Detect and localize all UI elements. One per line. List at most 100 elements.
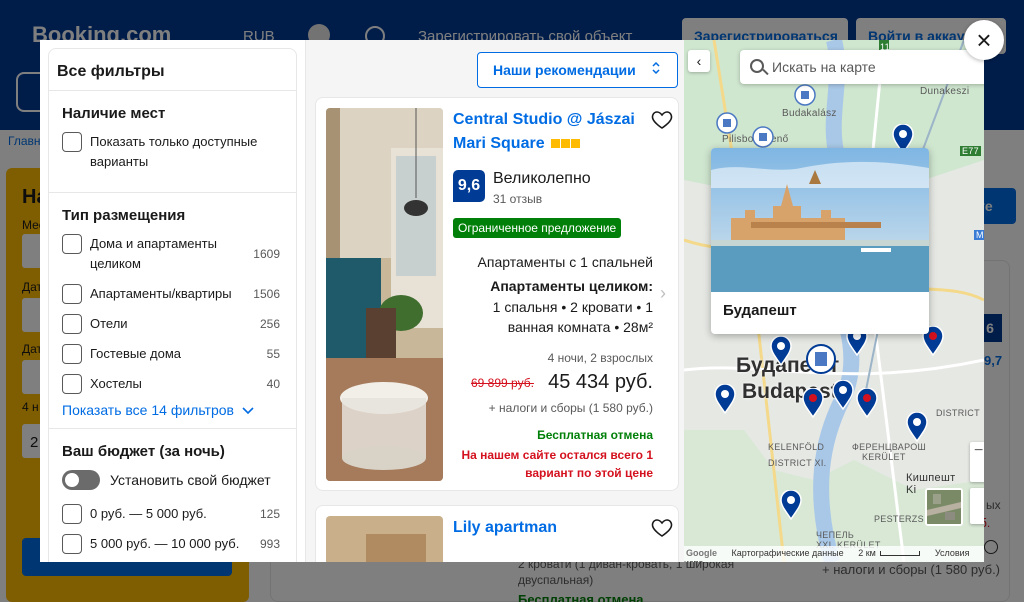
map-pin-icon[interactable] xyxy=(770,336,792,366)
availability-section: Наличие мест Показать только доступные в… xyxy=(49,91,296,193)
filter-label: 5 000 руб. — 10 000 руб. xyxy=(90,536,240,551)
section-title: Наличие мест xyxy=(62,105,166,122)
section-title: Тип размещения xyxy=(62,207,186,224)
zoom-out-button[interactable]: − xyxy=(970,442,984,482)
property-name-link[interactable]: Central Studio @ Jászai Mari Square xyxy=(453,108,643,156)
landmark-icon[interactable] xyxy=(716,112,738,142)
checkbox[interactable] xyxy=(62,374,82,394)
city-photo xyxy=(711,148,929,292)
budget-toggle-row[interactable]: Установить свой бюджет xyxy=(62,470,280,490)
show-more-label: Показать все 14 фильтров xyxy=(62,402,234,418)
filters-panel: Все фильтры Наличие мест Показать только… xyxy=(40,40,305,562)
property-photo[interactable] xyxy=(326,516,443,562)
chevron-right-icon[interactable]: › xyxy=(660,283,666,304)
map-scale: 2 км xyxy=(858,548,876,558)
map-label: Кишпешт xyxy=(906,472,956,484)
filter-label: Хостелы xyxy=(90,376,142,391)
filter-count: 256 xyxy=(259,317,280,331)
satellite-toggle-button[interactable] xyxy=(925,488,963,526)
property-photo[interactable] xyxy=(326,108,443,481)
map-label: ЧЕПЕЛЬ xyxy=(816,530,855,540)
filter-count: 993 xyxy=(259,537,280,551)
checkbox[interactable] xyxy=(62,504,82,524)
show-more-filters-link[interactable]: Показать все 14 фильтров xyxy=(62,402,280,418)
map-label: DISTRICT XI. xyxy=(768,458,827,468)
filter-label: Отели xyxy=(90,316,128,331)
unit-beds: 1 спальня • 2 кровати • 1 ванная комната… xyxy=(492,299,653,335)
review-count: 31 отзыв xyxy=(493,192,543,206)
checkbox[interactable] xyxy=(62,344,82,364)
map-label: M xyxy=(976,230,984,240)
results-list: Наши рекомендации Central Studio @ Jásza… xyxy=(305,40,684,562)
map-search-input[interactable]: Искать на карте xyxy=(740,50,984,84)
filter-option[interactable]: Отели 256 xyxy=(62,314,280,334)
close-icon: × xyxy=(976,25,992,55)
filters-box: Все фильтры Наличие мест Показать только… xyxy=(48,48,297,562)
filter-option[interactable]: Гостевые дома 55 xyxy=(62,344,280,364)
map-pin-icon[interactable] xyxy=(780,490,802,520)
section-title: Ваш бюджет (за ночь) xyxy=(62,443,225,460)
map-pin-icon[interactable] xyxy=(832,380,854,410)
filter-label: Гостевые дома xyxy=(90,346,182,361)
city-popup[interactable]: Будапешт xyxy=(711,148,929,334)
map-label: KELENFÖLD xyxy=(768,442,825,452)
map-search-placeholder: Искать на карте xyxy=(772,59,876,75)
star-rating xyxy=(551,132,581,156)
google-logo: Google xyxy=(686,548,717,558)
close-modal-button[interactable]: × xyxy=(964,20,1004,60)
checkbox[interactable] xyxy=(62,314,82,334)
filters-title: Все фильтры xyxy=(49,49,296,91)
filter-count: 40 xyxy=(266,377,280,391)
budget-toggle[interactable] xyxy=(62,470,100,490)
favorite-heart-icon[interactable] xyxy=(651,110,673,136)
map-pin-icon[interactable] xyxy=(906,412,928,442)
budget-section: Ваш бюджет (за ночь) Установить свой бюд… xyxy=(49,429,296,562)
scarcity-message: На нашем сайте остался всего 1 вариант п… xyxy=(461,448,653,480)
city-popup-label: Будапешт xyxy=(723,302,797,319)
taxes-note: + налоги и сборы (1 580 руб.) xyxy=(488,401,653,415)
filter-option[interactable]: Апартаменты/квартиры 1506 xyxy=(62,284,280,304)
selected-property-marker-icon[interactable] xyxy=(806,344,836,374)
map-label: Dunakeszi xyxy=(920,86,970,97)
zoom-control[interactable] xyxy=(970,488,984,524)
checkbox[interactable] xyxy=(62,234,82,254)
property-type-section: Тип размещения Дома и апартаменты целико… xyxy=(49,193,296,429)
sort-chevron-icon xyxy=(651,61,661,78)
map-data-link[interactable]: Картографические данные xyxy=(732,548,844,558)
sort-label: Наши рекомендации xyxy=(493,62,636,78)
filter-count: 125 xyxy=(259,507,280,521)
filter-option[interactable]: Хостелы 40 xyxy=(62,374,280,394)
map-pin-icon[interactable] xyxy=(714,384,736,414)
map-pin-icon[interactable] xyxy=(802,388,824,418)
map-attribution: Google Картографические данные 2 км Усло… xyxy=(684,546,984,562)
star-icon xyxy=(551,139,561,149)
favorite-heart-icon[interactable] xyxy=(651,518,673,544)
map-label: E77 xyxy=(960,146,981,156)
collapse-map-button[interactable]: ‹ xyxy=(688,50,710,72)
filter-label: Дома и апартаменты целиком xyxy=(90,236,217,271)
map-filter-modal: Все фильтры Наличие мест Показать только… xyxy=(40,40,984,562)
property-card[interactable]: Lily apartman xyxy=(315,505,679,562)
checkbox[interactable] xyxy=(62,534,82,554)
stay-summary: 4 ночи, 2 взрослых xyxy=(547,351,653,365)
filter-option[interactable]: 0 руб. — 5 000 руб. 125 xyxy=(62,504,280,524)
checkbox[interactable] xyxy=(62,284,82,304)
property-card[interactable]: Central Studio @ Jászai Mari Square 9,6 … xyxy=(315,97,679,491)
landmark-icon[interactable] xyxy=(794,84,816,114)
star-icon xyxy=(561,139,571,149)
filter-option[interactable]: Показать только доступные варианты xyxy=(62,132,280,172)
review-score-word: Великолепно xyxy=(493,170,591,187)
filter-option[interactable]: 5 000 руб. — 10 000 руб. 993 xyxy=(62,534,280,554)
filter-option[interactable]: Дома и апартаменты целиком 1609 xyxy=(62,234,280,274)
scale-bar xyxy=(880,551,921,556)
map-view[interactable]: Pilisborosjenő Budakalász Dunakeszi E77 … xyxy=(684,40,984,562)
map-label: DISTRICT xyxy=(936,408,980,418)
property-name-link[interactable]: Lily apartman xyxy=(453,516,643,540)
filter-count: 1609 xyxy=(253,247,280,261)
map-pin-icon[interactable] xyxy=(856,388,878,418)
filter-label: Показать только доступные варианты xyxy=(90,134,258,169)
deal-badge: Ограниченное предложение xyxy=(453,218,622,238)
sort-dropdown[interactable]: Наши рекомендации xyxy=(477,52,678,88)
current-price: 45 434 руб. xyxy=(548,371,653,393)
checkbox[interactable] xyxy=(62,132,82,152)
